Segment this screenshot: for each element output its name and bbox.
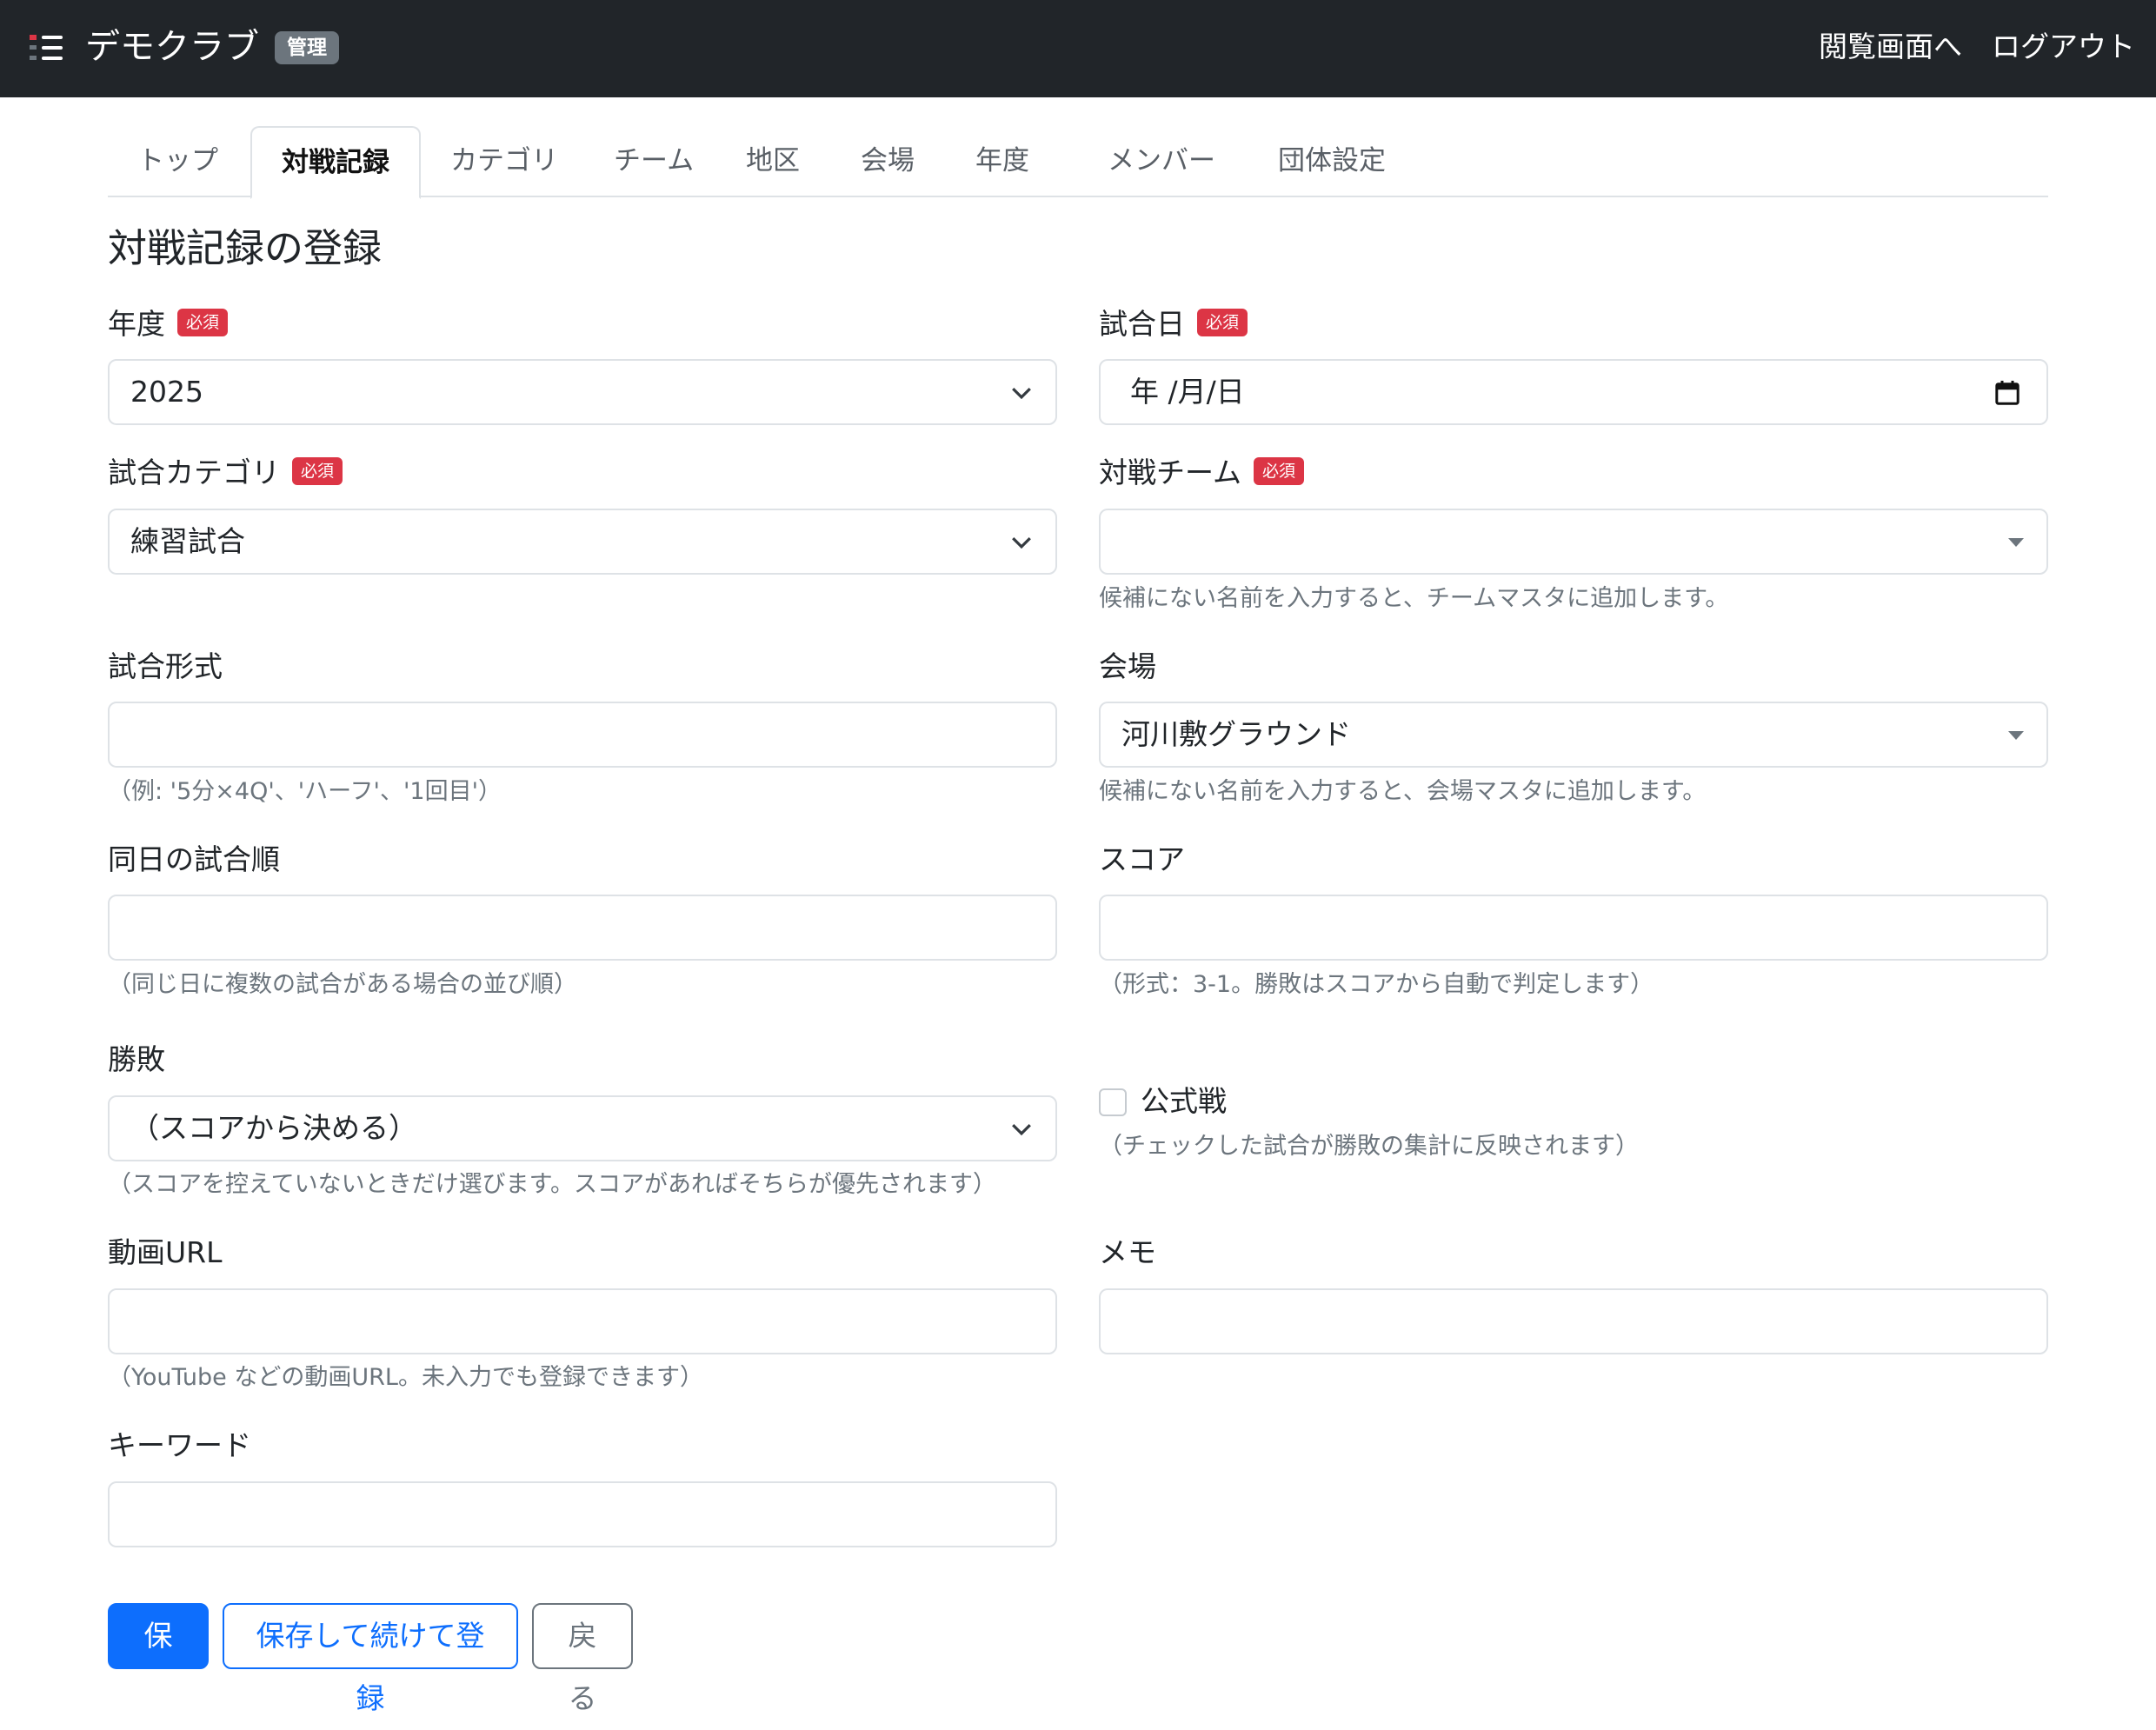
memo-input[interactable] bbox=[1099, 1288, 2048, 1354]
logout-link[interactable]: ログアウト bbox=[1992, 24, 2135, 70]
top-navbar: デモクラブ 管理 閲覧画面へ ログアウト bbox=[0, 0, 2156, 97]
year-label: 年度 必須 bbox=[108, 304, 229, 344]
opponent-combobox[interactable] bbox=[1099, 509, 2048, 575]
chevron-down-icon bbox=[1012, 536, 1031, 549]
opponent-label-text: 対戦チーム bbox=[1099, 456, 1242, 489]
video-url-label: 動画URL bbox=[108, 1235, 223, 1269]
tab-category[interactable]: カテゴリ bbox=[421, 126, 588, 197]
opponent-label: 対戦チーム 必須 bbox=[1099, 453, 1305, 493]
required-badge: 必須 bbox=[1197, 308, 1248, 336]
tab-venue[interactable]: 会場 bbox=[831, 126, 944, 197]
category-label: 試合カテゴリ 必須 bbox=[108, 453, 343, 493]
required-badge: 必須 bbox=[292, 456, 343, 485]
result-select[interactable]: （スコアから決める） bbox=[108, 1095, 1057, 1161]
video-url-input[interactable] bbox=[108, 1288, 1057, 1354]
caret-down-icon bbox=[2008, 731, 2024, 740]
official-checkbox[interactable] bbox=[1099, 1088, 1127, 1116]
category-select-value: 練習試合 bbox=[130, 524, 245, 558]
official-label[interactable]: 公式戦 bbox=[1141, 1081, 1227, 1121]
required-badge: 必須 bbox=[177, 308, 229, 336]
format-input[interactable] bbox=[108, 702, 1057, 768]
app-logo-icon[interactable] bbox=[30, 33, 64, 63]
required-badge: 必須 bbox=[1254, 456, 1305, 485]
tab-top[interactable]: トップ bbox=[108, 126, 248, 197]
navbar-links: 閲覧画面へ ログアウト bbox=[1819, 24, 2135, 70]
tab-member[interactable]: メンバー bbox=[1078, 126, 1245, 197]
score-input[interactable] bbox=[1099, 895, 2048, 961]
save-and-continue-button[interactable]: 保存して続けて登録 bbox=[223, 1603, 518, 1715]
year-select[interactable]: 2025 bbox=[108, 359, 1057, 425]
keyword-label: キーワード bbox=[108, 1428, 251, 1462]
tab-year[interactable]: 年度 bbox=[946, 126, 1059, 197]
result-help: （スコアを控えていないときだけ選びます。スコアがあればそちらが優先されます） bbox=[108, 1171, 996, 1198]
match-date-label-text: 試合日 bbox=[1099, 307, 1185, 341]
chevron-down-icon bbox=[1012, 387, 1031, 400]
video-url-help: （YouTube などの動画URL。未入力でも登録できます） bbox=[108, 1364, 703, 1391]
venue-combobox[interactable]: 河川敷グラウンド bbox=[1099, 702, 2048, 768]
official-help: （チェックした試合が勝敗の集計に反映されます） bbox=[1099, 1133, 1639, 1160]
venue-value: 河川敷グラウンド bbox=[1121, 717, 1351, 751]
tab-match-records[interactable]: 対戦記録 bbox=[250, 126, 421, 199]
result-select-value: （スコアから決める） bbox=[130, 1111, 417, 1145]
order-help: （同じ日に複数の試合がある場合の並び順） bbox=[108, 971, 577, 998]
tab-district[interactable]: 地区 bbox=[716, 126, 829, 197]
format-help: （例: '5分×4Q'、'ハーフ'、'1回目'） bbox=[108, 778, 502, 805]
order-input[interactable] bbox=[108, 895, 1057, 961]
year-select-value: 2025 bbox=[130, 375, 203, 409]
category-label-text: 試合カテゴリ bbox=[108, 456, 280, 489]
brand-name[interactable]: デモクラブ bbox=[85, 24, 259, 70]
calendar-icon[interactable] bbox=[1994, 380, 2020, 406]
opponent-help: 候補にない名前を入力すると、チームマスタに追加します。 bbox=[1099, 585, 1729, 612]
back-button[interactable]: 戻る bbox=[532, 1603, 633, 1715]
admin-badge: 管理 bbox=[275, 31, 339, 64]
year-label-text: 年度 bbox=[108, 307, 165, 341]
match-date-input[interactable]: 年 /月/日 bbox=[1099, 359, 2048, 425]
admin-tabs: トップ 対戦記録 カテゴリ チーム 地区 会場 年度 メンバー 団体設定 bbox=[108, 126, 2048, 199]
venue-help: 候補にない名前を入力すると、会場マスタに追加します。 bbox=[1099, 778, 1707, 805]
save-button[interactable]: 保存 bbox=[108, 1603, 209, 1715]
view-page-link[interactable]: 閲覧画面へ bbox=[1819, 24, 1962, 70]
score-help: （形式：3-1。勝敗はスコアから自動で判定します） bbox=[1099, 971, 1654, 998]
caret-down-icon bbox=[2008, 538, 2024, 547]
memo-label: メモ bbox=[1099, 1235, 1156, 1269]
result-label: 勝敗 bbox=[108, 1042, 165, 1076]
page-title: 対戦記録の登録 bbox=[108, 225, 383, 271]
venue-label: 会場 bbox=[1099, 649, 1156, 683]
match-date-label: 試合日 必須 bbox=[1099, 304, 1248, 344]
tab-org-settings[interactable]: 団体設定 bbox=[1248, 126, 1415, 197]
category-select[interactable]: 練習試合 bbox=[108, 509, 1057, 575]
tab-team[interactable]: チーム bbox=[584, 126, 723, 197]
score-label: スコア bbox=[1099, 842, 1185, 876]
chevron-down-icon bbox=[1012, 1123, 1031, 1136]
match-date-value: 年 /月/日 bbox=[1130, 375, 1245, 409]
order-label: 同日の試合順 bbox=[108, 842, 280, 876]
format-label: 試合形式 bbox=[108, 649, 223, 683]
keyword-input[interactable] bbox=[108, 1481, 1057, 1547]
